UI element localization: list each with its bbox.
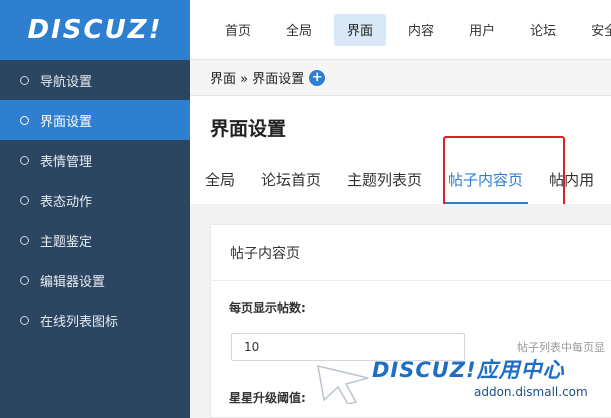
add-icon[interactable]: + <box>309 69 326 86</box>
breadcrumb: 界面 » 界面设置 + <box>190 60 611 96</box>
circle-bullet-icon <box>20 115 29 125</box>
circle-bullet-icon <box>20 275 29 285</box>
breadcrumb-text: 界面 » 界面设置 <box>210 72 305 87</box>
card-header: 帖子内容页 <box>211 225 611 281</box>
sidebar-item-thread-stamps[interactable]: 主题鉴定 <box>0 220 190 260</box>
circle-bullet-icon <box>20 75 29 85</box>
sidebar-item-nav-settings[interactable]: 导航设置 <box>0 60 190 100</box>
tab-global[interactable]: 全局 <box>205 154 235 204</box>
circle-bullet-icon <box>20 315 29 325</box>
sidebar-item-label: 在线列表图标 <box>40 314 119 330</box>
watermark-title: DISCUZ!应用中心 <box>372 358 565 382</box>
circle-bullet-icon <box>20 195 29 205</box>
sidebar-item-ui-settings[interactable]: 界面设置 <box>0 100 190 140</box>
top-nav: 首页 全局 界面 内容 用户 论坛 安全 <box>190 0 611 60</box>
sidebar-item-label: 主题鉴定 <box>40 234 93 250</box>
sidebar: DISCUZ! 导航设置 界面设置 表情管理 表态动作 主题鉴定 编辑器设置 在… <box>0 0 190 418</box>
topnav-item-global[interactable]: 全局 <box>273 14 325 46</box>
logo-text: DISCUZ! <box>27 15 163 45</box>
watermark-url: addon.dismall.com <box>474 385 588 399</box>
circle-bullet-icon <box>20 155 29 165</box>
star-threshold-label: 星星升级阈值: <box>229 391 306 405</box>
posts-per-page-label: 每页显示帖数: <box>229 301 306 315</box>
topnav-item-content[interactable]: 内容 <box>395 14 447 46</box>
sidebar-item-smilies[interactable]: 表情管理 <box>0 140 190 180</box>
page-title: 界面设置 <box>210 118 287 140</box>
tab-forum-home[interactable]: 论坛首页 <box>261 154 321 204</box>
topnav-item-home[interactable]: 首页 <box>212 14 264 46</box>
sidebar-item-label: 表情管理 <box>40 154 93 170</box>
circle-bullet-icon <box>20 235 29 245</box>
sidebar-item-editor-settings[interactable]: 编辑器设置 <box>0 260 190 300</box>
watermark: DISCUZ!应用中心 addon.dismall.com <box>316 354 611 418</box>
topnav-item-ui[interactable]: 界面 <box>334 13 387 46</box>
sidebar-item-label: 表态动作 <box>40 194 93 210</box>
sidebar-item-label: 导航设置 <box>40 74 93 90</box>
posts-per-page-hint: 帖子列表中每页显 <box>517 341 605 354</box>
sidebar-item-label: 界面设置 <box>40 114 93 130</box>
cursor-arrow-icon <box>317 365 369 404</box>
discuz-logo[interactable]: DISCUZ! <box>0 0 190 60</box>
topnav-item-users[interactable]: 用户 <box>456 14 508 46</box>
sidebar-item-online-list-icons[interactable]: 在线列表图标 <box>0 300 190 340</box>
tab-thread-list[interactable]: 主题列表页 <box>347 154 422 204</box>
sidebar-item-reactions[interactable]: 表态动作 <box>0 180 190 220</box>
topnav-item-forums[interactable]: 论坛 <box>517 14 569 46</box>
sidebar-item-label: 编辑器设置 <box>40 274 106 290</box>
topnav-item-security[interactable]: 安全 <box>578 14 611 46</box>
